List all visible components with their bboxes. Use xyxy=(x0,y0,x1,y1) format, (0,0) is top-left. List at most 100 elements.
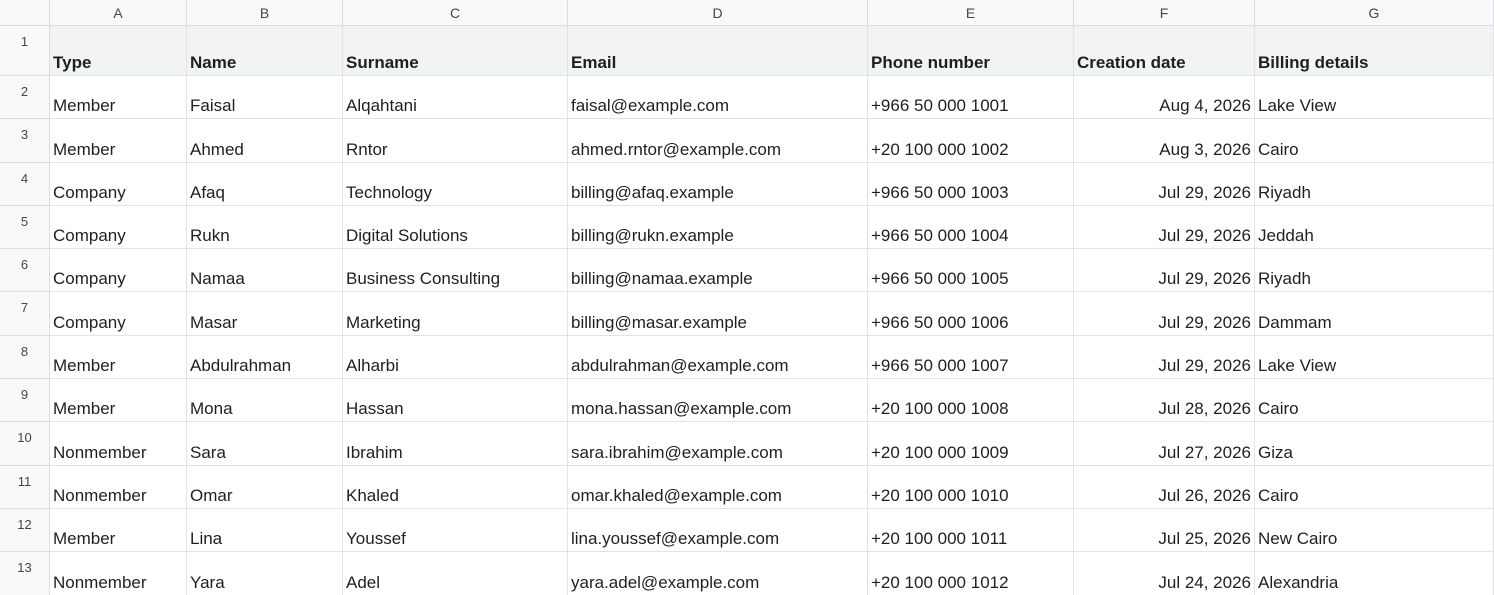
cell-billing[interactable]: New Cairo xyxy=(1255,508,1494,553)
cell-surname[interactable]: Hassan xyxy=(343,379,568,423)
cell-billing[interactable]: Alexandria xyxy=(1255,552,1494,595)
header-cell-billing[interactable]: Billing details xyxy=(1255,26,1494,76)
cell-phone[interactable]: +20 100 000 1010 xyxy=(868,465,1074,509)
cell-name[interactable]: Ahmed xyxy=(187,119,343,163)
header-cell-email[interactable]: Email xyxy=(568,26,868,76)
cell-creation-date[interactable]: Jul 29, 2026 xyxy=(1074,205,1255,250)
cell-surname[interactable]: Khaled xyxy=(343,465,568,509)
cell-phone[interactable]: +966 50 000 1006 xyxy=(868,292,1074,336)
cell-name[interactable]: Rukn xyxy=(187,205,343,250)
cell-email[interactable]: billing@afaq.example xyxy=(568,162,868,206)
cell-name[interactable]: Lina xyxy=(187,508,343,553)
row-header[interactable]: 13 xyxy=(0,552,50,595)
column-header-f[interactable]: F xyxy=(1074,0,1255,26)
cell-type[interactable]: Member xyxy=(50,379,187,423)
cell-surname[interactable]: Marketing xyxy=(343,292,568,336)
cell-type[interactable]: Nonmember xyxy=(50,552,187,595)
column-header-a[interactable]: A xyxy=(50,0,187,26)
cell-email[interactable]: faisal@example.com xyxy=(568,76,868,120)
row-header[interactable]: 7 xyxy=(0,292,50,336)
cell-creation-date[interactable]: Jul 24, 2026 xyxy=(1074,552,1255,595)
cell-type[interactable]: Company xyxy=(50,292,187,336)
cell-name[interactable]: Namaa xyxy=(187,249,343,293)
cell-type[interactable]: Member xyxy=(50,119,187,163)
cell-surname[interactable]: Technology xyxy=(343,162,568,206)
cell-creation-date[interactable]: Aug 3, 2026 xyxy=(1074,119,1255,163)
cell-name[interactable]: Mona xyxy=(187,379,343,423)
cell-billing[interactable]: Lake View xyxy=(1255,76,1494,120)
cell-billing[interactable]: Riyadh xyxy=(1255,249,1494,293)
cell-name[interactable]: Yara xyxy=(187,552,343,595)
row-header[interactable]: 10 xyxy=(0,422,50,466)
cell-surname[interactable]: Alqahtani xyxy=(343,76,568,120)
cell-billing[interactable]: Cairo xyxy=(1255,119,1494,163)
column-header-e[interactable]: E xyxy=(868,0,1074,26)
row-header[interactable]: 12 xyxy=(0,508,50,553)
cell-creation-date[interactable]: Jul 29, 2026 xyxy=(1074,162,1255,206)
cell-name[interactable]: Faisal xyxy=(187,76,343,120)
cell-phone[interactable]: +966 50 000 1003 xyxy=(868,162,1074,206)
cell-email[interactable]: mona.hassan@example.com xyxy=(568,379,868,423)
cell-billing[interactable]: Cairo xyxy=(1255,379,1494,423)
cell-surname[interactable]: Rntor xyxy=(343,119,568,163)
header-cell-phone[interactable]: Phone number xyxy=(868,26,1074,76)
cell-surname[interactable]: Youssef xyxy=(343,508,568,553)
cell-type[interactable]: Nonmember xyxy=(50,422,187,466)
cell-name[interactable]: Sara xyxy=(187,422,343,466)
cell-surname[interactable]: Digital Solutions xyxy=(343,205,568,250)
cell-creation-date[interactable]: Jul 26, 2026 xyxy=(1074,465,1255,509)
header-cell-surname[interactable]: Surname xyxy=(343,26,568,76)
header-cell-name[interactable]: Name xyxy=(187,26,343,76)
cell-surname[interactable]: Ibrahim xyxy=(343,422,568,466)
cell-type[interactable]: Nonmember xyxy=(50,465,187,509)
row-header[interactable]: 1 xyxy=(0,26,50,76)
cell-email[interactable]: abdulrahman@example.com xyxy=(568,335,868,380)
cell-billing[interactable]: Lake View xyxy=(1255,335,1494,380)
cell-type[interactable]: Member xyxy=(50,76,187,120)
cell-type[interactable]: Company xyxy=(50,205,187,250)
cell-type[interactable]: Member xyxy=(50,335,187,380)
select-all-corner[interactable] xyxy=(0,0,50,26)
cell-phone[interactable]: +20 100 000 1012 xyxy=(868,552,1074,595)
cell-creation-date[interactable]: Jul 28, 2026 xyxy=(1074,379,1255,423)
cell-phone[interactable]: +20 100 000 1009 xyxy=(868,422,1074,466)
cell-type[interactable]: Company xyxy=(50,249,187,293)
cell-phone[interactable]: +966 50 000 1005 xyxy=(868,249,1074,293)
cell-billing[interactable]: Giza xyxy=(1255,422,1494,466)
cell-email[interactable]: lina.youssef@example.com xyxy=(568,508,868,553)
cell-billing[interactable]: Jeddah xyxy=(1255,205,1494,250)
header-cell-type[interactable]: Type xyxy=(50,26,187,76)
cell-name[interactable]: Masar xyxy=(187,292,343,336)
cell-phone[interactable]: +20 100 000 1008 xyxy=(868,379,1074,423)
cell-billing[interactable]: Riyadh xyxy=(1255,162,1494,206)
cell-creation-date[interactable]: Aug 4, 2026 xyxy=(1074,76,1255,120)
cell-creation-date[interactable]: Jul 29, 2026 xyxy=(1074,335,1255,380)
cell-phone[interactable]: +966 50 000 1004 xyxy=(868,205,1074,250)
header-cell-creation-date[interactable]: Creation date xyxy=(1074,26,1255,76)
cell-phone[interactable]: +966 50 000 1007 xyxy=(868,335,1074,380)
cell-email[interactable]: billing@rukn.example xyxy=(568,205,868,250)
column-header-c[interactable]: C xyxy=(343,0,568,26)
cell-billing[interactable]: Cairo xyxy=(1255,465,1494,509)
cell-email[interactable]: yara.adel@example.com xyxy=(568,552,868,595)
cell-phone[interactable]: +20 100 000 1011 xyxy=(868,508,1074,553)
cell-creation-date[interactable]: Jul 29, 2026 xyxy=(1074,292,1255,336)
cell-type[interactable]: Company xyxy=(50,162,187,206)
cell-email[interactable]: ahmed.rntor@example.com xyxy=(568,119,868,163)
cell-billing[interactable]: Dammam xyxy=(1255,292,1494,336)
row-header[interactable]: 4 xyxy=(0,162,50,206)
cell-phone[interactable]: +966 50 000 1001 xyxy=(868,76,1074,120)
cell-name[interactable]: Afaq xyxy=(187,162,343,206)
column-header-g[interactable]: G xyxy=(1255,0,1494,26)
row-header[interactable]: 11 xyxy=(0,465,50,509)
cell-phone[interactable]: +20 100 000 1002 xyxy=(868,119,1074,163)
cell-surname[interactable]: Adel xyxy=(343,552,568,595)
cell-email[interactable]: omar.khaled@example.com xyxy=(568,465,868,509)
column-header-d[interactable]: D xyxy=(568,0,868,26)
cell-surname[interactable]: Business Consulting xyxy=(343,249,568,293)
cell-type[interactable]: Member xyxy=(50,508,187,553)
row-header[interactable]: 8 xyxy=(0,335,50,380)
cell-name[interactable]: Abdulrahman xyxy=(187,335,343,380)
cell-email[interactable]: sara.ibrahim@example.com xyxy=(568,422,868,466)
row-header[interactable]: 9 xyxy=(0,379,50,423)
